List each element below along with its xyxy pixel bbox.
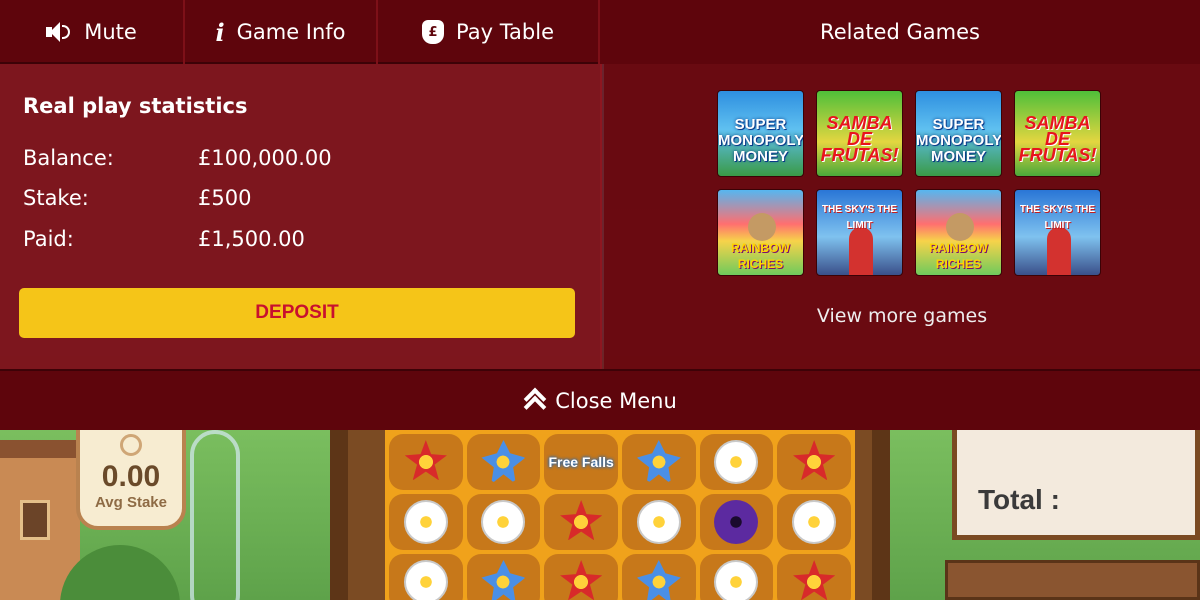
- balance-value: £100,000.00: [198, 146, 332, 170]
- purple-flower-icon: [714, 500, 759, 544]
- avg-stake-value: 0.00: [101, 460, 161, 493]
- game-thumbnail-rainbow-riches[interactable]: RAINBOW RICHES: [915, 189, 1002, 276]
- game-thumbnail-title: RAINBOW RICHES: [929, 241, 988, 271]
- blue-flower-icon: [636, 440, 681, 484]
- game-thumbnail-samba-de-frutas[interactable]: SAMBA DE FRUTAS!: [816, 90, 903, 177]
- grid-cell: [621, 494, 696, 550]
- blue-flower-icon: [481, 560, 526, 600]
- reel-grid: Free Falls: [385, 430, 855, 600]
- grid-cell: [389, 434, 463, 490]
- deposit-button[interactable]: DEPOSIT: [19, 288, 575, 338]
- white-flower-icon: [636, 500, 681, 544]
- game-thumbnail-rainbow-riches[interactable]: RAINBOW RICHES: [717, 189, 804, 276]
- grid-cell: [777, 554, 851, 600]
- game-thumbnail-title: THE SKY'S THE LIMIT: [821, 204, 898, 231]
- grid-cell: [544, 554, 618, 600]
- chevrons-up-icon: [523, 389, 545, 413]
- close-menu-button[interactable]: Close Menu: [0, 369, 1200, 430]
- grid-cell: [466, 434, 541, 490]
- money-bag-icon: [422, 20, 444, 44]
- background-glass-tube: [190, 430, 240, 600]
- leprechaun-icon: [748, 213, 776, 241]
- close-menu-label: Close Menu: [555, 388, 677, 413]
- speaker-icon: [46, 22, 72, 42]
- paid-label: Paid:: [23, 227, 74, 251]
- grid-cell: [466, 494, 541, 550]
- grid-cell: [699, 554, 774, 600]
- white-flower-icon: [714, 560, 759, 600]
- paid-row: Paid: £1,500.00: [23, 227, 305, 251]
- game-thumbnail-super-monopoly-money[interactable]: SUPER MONOPOLY MONEY: [717, 90, 804, 177]
- grid-cell: [621, 434, 696, 490]
- stats-panel: Real play statistics Balance: £100,000.00…: [0, 64, 602, 369]
- game-thumbnail-title: RAINBOW RICHES: [731, 241, 790, 271]
- grid-cell: Free Falls: [544, 434, 618, 490]
- stake-row: Stake: £500: [23, 186, 251, 210]
- game-info-label: Game Info: [236, 20, 346, 44]
- white-flower-icon: [714, 440, 759, 484]
- mute-button[interactable]: Mute: [0, 0, 185, 64]
- grid-cell: [777, 494, 851, 550]
- red-flower-icon: [560, 500, 603, 541]
- grid-cell: [544, 494, 618, 550]
- white-flower-icon: [481, 500, 526, 544]
- paid-value: £1,500.00: [198, 227, 305, 251]
- game-thumbnail-title: SUPER MONOPOLY MONEY: [718, 116, 804, 165]
- leprechaun-icon: [946, 213, 974, 241]
- game-thumbnail-samba-de-frutas[interactable]: SAMBA DE FRUTAS!: [1014, 90, 1101, 177]
- balance-row: Balance: £100,000.00: [23, 146, 332, 170]
- pay-table-label: Pay Table: [456, 20, 554, 44]
- grid-cell: [777, 434, 851, 490]
- red-flower-icon: [560, 560, 603, 600]
- total-label: Total :: [978, 484, 1060, 515]
- related-games-grid: SUPER MONOPOLY MONEY SAMBA DE FRUTAS! SU…: [717, 90, 1107, 276]
- stake-label: Stake:: [23, 186, 89, 210]
- game-thumbnail-title: SAMBA DE FRUTAS!: [820, 113, 899, 165]
- related-games-header: Related Games: [600, 0, 1200, 64]
- white-flower-icon: [403, 500, 448, 544]
- grid-cell: [389, 554, 463, 600]
- red-flower-icon: [793, 560, 836, 600]
- stewardess-icon: [849, 227, 873, 275]
- white-flower-icon: [403, 560, 448, 600]
- game-thumbnail-skys-the-limit[interactable]: THE SKY'S THE LIMIT: [816, 189, 903, 276]
- pay-table-button[interactable]: Pay Table: [378, 0, 600, 64]
- mute-label: Mute: [84, 20, 137, 44]
- game-thumbnail-title: THE SKY'S THE LIMIT: [1019, 204, 1096, 231]
- related-games-title: Related Games: [820, 20, 980, 44]
- stats-title: Real play statistics: [23, 94, 248, 118]
- red-flower-icon: [793, 440, 836, 481]
- related-games-panel: SUPER MONOPOLY MONEY SAMBA DE FRUTAS! SU…: [604, 64, 1200, 369]
- free-falls-badge: Free Falls: [548, 454, 614, 470]
- game-thumbnail-title: SUPER MONOPOLY MONEY: [916, 116, 1002, 165]
- grid-cell: [699, 494, 774, 550]
- avg-stake-label: Avg Stake: [95, 494, 167, 511]
- background-hut-window: [20, 500, 50, 540]
- white-flower-icon: [792, 500, 837, 544]
- coin-icon: [120, 434, 142, 456]
- grid-cell: [466, 554, 541, 600]
- stake-value: £500: [198, 186, 252, 210]
- grid-cell: [699, 434, 774, 490]
- game-thumbnail-skys-the-limit[interactable]: THE SKY'S THE LIMIT: [1014, 189, 1101, 276]
- info-icon: i: [215, 17, 225, 47]
- blue-flower-icon: [481, 440, 526, 484]
- grid-cell: [389, 494, 463, 550]
- game-info-button[interactable]: i Game Info: [185, 0, 378, 64]
- red-flower-icon: [404, 440, 447, 481]
- menu-tab-bar: Mute i Game Info Pay Table Related Games: [0, 0, 1200, 64]
- view-more-games-link[interactable]: View more games: [604, 305, 1200, 327]
- blue-flower-icon: [636, 560, 681, 600]
- grid-cell: [621, 554, 696, 600]
- game-thumbnail-super-monopoly-money[interactable]: SUPER MONOPOLY MONEY: [915, 90, 1002, 177]
- game-thumbnail-title: SAMBA DE FRUTAS!: [1018, 113, 1097, 165]
- stewardess-icon: [1047, 227, 1071, 275]
- wooden-sign: [945, 560, 1200, 600]
- balance-label: Balance:: [23, 146, 114, 170]
- game-menu-overlay: Mute i Game Info Pay Table Related Games…: [0, 0, 1200, 430]
